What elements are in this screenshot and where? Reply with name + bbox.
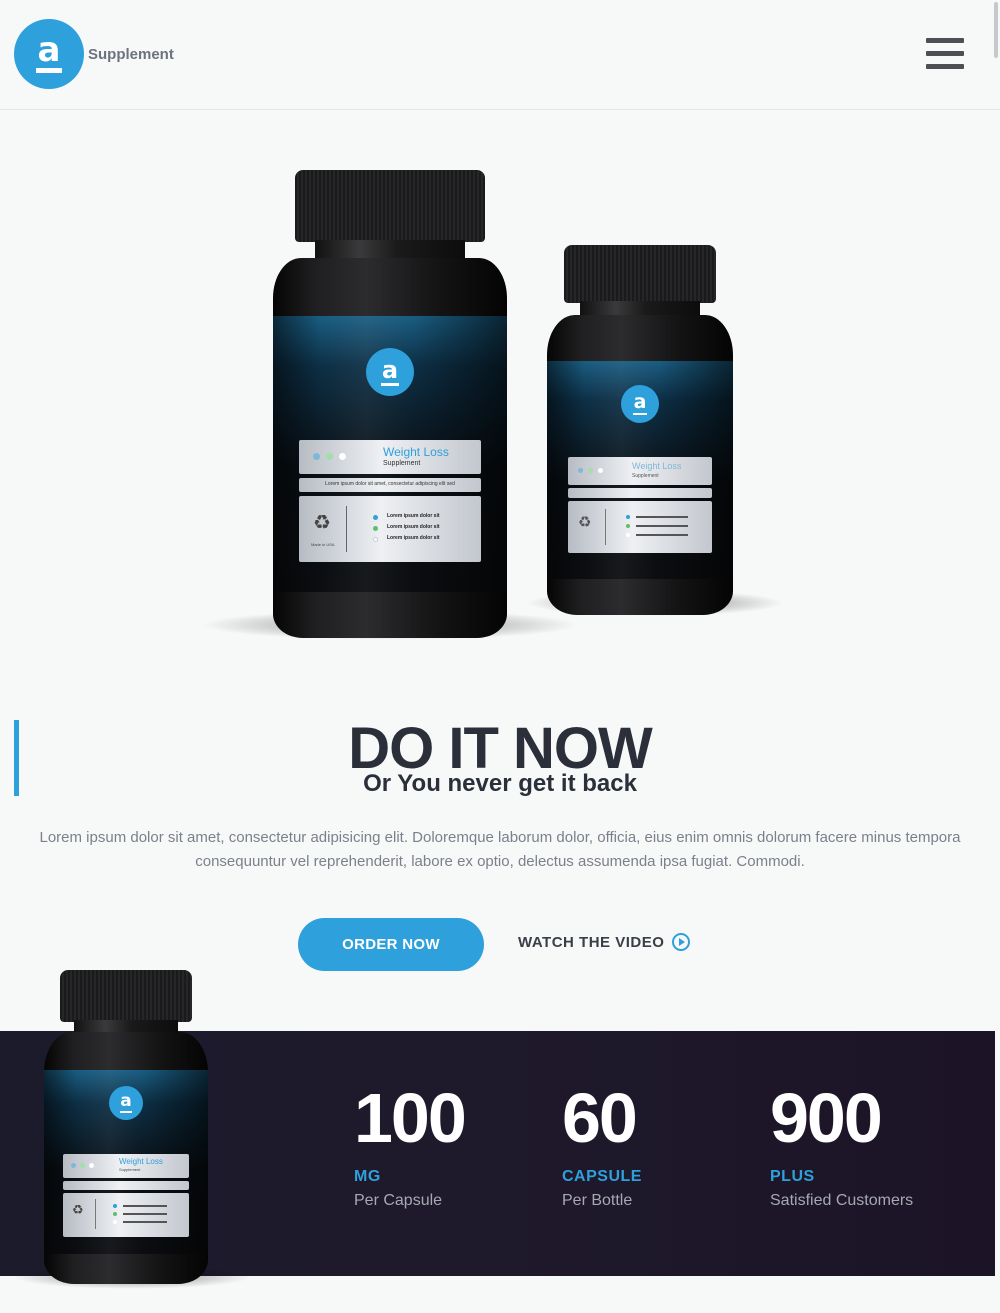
made-in-label: Made in USA	[311, 542, 335, 547]
stat-dosage: 100 MG Per Capsule	[354, 1078, 467, 1210]
stat-unit: PLUS	[770, 1168, 815, 1185]
play-circle-icon	[672, 933, 691, 951]
product-bottle-large: a Weight Loss Supplement Lorem ipsum dol…	[200, 170, 580, 650]
stat-description: Per Capsule	[354, 1192, 443, 1209]
hero-subtitle: Or You never get it back	[363, 770, 637, 797]
product-bottle-stats: a Weight Loss Supplement ♻	[12, 970, 252, 1290]
stat-description: Per Bottle	[562, 1192, 633, 1209]
stat-number: 900	[770, 1079, 883, 1157]
stat-capsules: 60 CAPSULE Per Bottle	[562, 1078, 642, 1210]
stat-number: 60	[562, 1079, 638, 1157]
order-now-button[interactable]: ORDER NOW	[298, 918, 484, 971]
product-bottle-small: a Weight Loss Supplement ♻	[525, 245, 785, 625]
stat-number: 100	[354, 1079, 467, 1157]
watch-video-link[interactable]: WATCH THE VIDEO	[518, 933, 691, 951]
label-line: Lorem ipsum dolor sit amet, consectetur …	[325, 481, 455, 487]
hamburger-menu-icon[interactable]	[926, 38, 964, 69]
hero-description: Lorem ipsum dolor sit amet, consectetur …	[39, 829, 961, 870]
logo-icon: a	[14, 19, 84, 89]
scrollbar[interactable]	[994, 2, 998, 58]
stat-unit: CAPSULE	[562, 1168, 642, 1185]
label-title: Weight Loss	[383, 445, 449, 459]
watch-video-label: WATCH THE VIDEO	[518, 933, 665, 951]
stat-unit: MG	[354, 1168, 381, 1185]
label-subtitle: Supplement	[383, 460, 421, 467]
site-header: a Supplement	[0, 0, 1000, 110]
brand-logo[interactable]: a Supplement	[14, 19, 174, 89]
recycle-icon: ♻	[313, 510, 331, 534]
brand-name: Supplement	[88, 45, 174, 63]
stat-description: Satisfied Customers	[770, 1192, 914, 1209]
stat-customers: 900 PLUS Satisfied Customers	[770, 1078, 913, 1210]
